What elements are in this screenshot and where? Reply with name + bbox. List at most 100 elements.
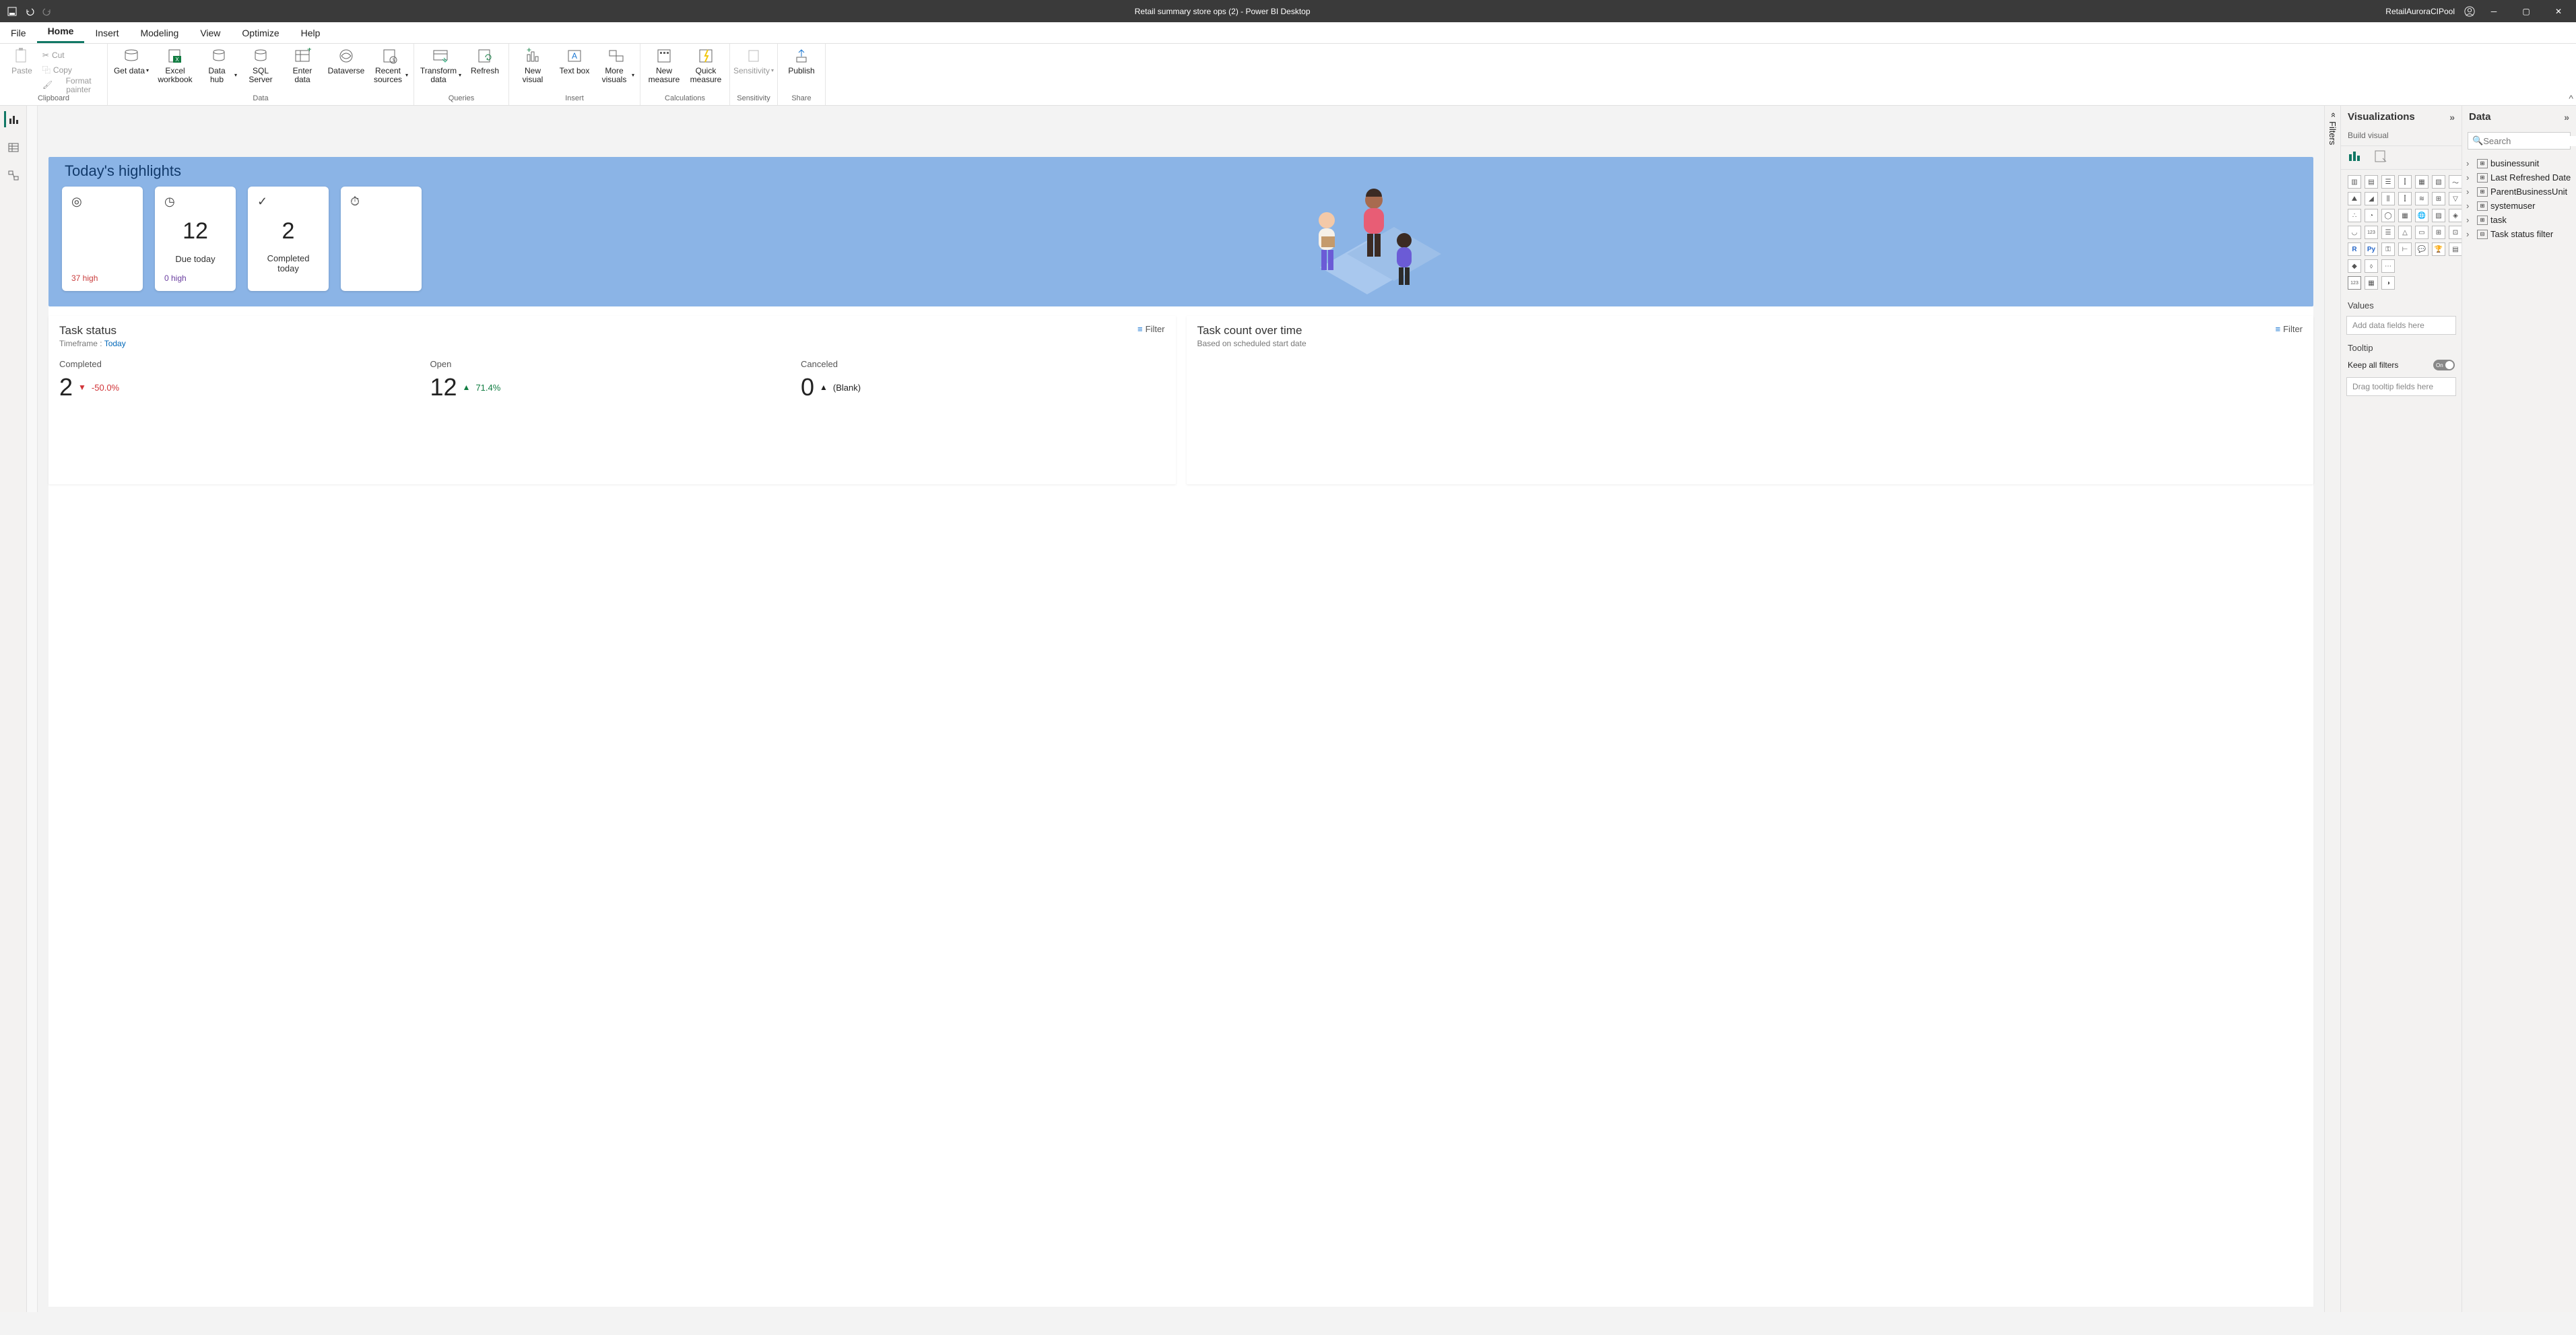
field-task[interactable]: ›⊞task <box>2466 213 2572 227</box>
text-box-button[interactable]: AText box <box>556 46 593 84</box>
viz-pie[interactable]: ◔ <box>2365 209 2378 222</box>
search-box[interactable]: 🔍 <box>2468 132 2571 150</box>
publish-button[interactable]: Publish <box>783 46 820 75</box>
copy-button[interactable]: ⿻Copy <box>42 64 102 77</box>
report-view-button[interactable] <box>4 111 20 127</box>
viz-stacked-bar[interactable]: ▥ <box>2348 175 2361 189</box>
viz-custom-1[interactable]: 123 <box>2348 276 2361 290</box>
get-data-button[interactable]: Get data▾ <box>113 46 150 84</box>
viz-azure-map[interactable]: ◈ <box>2449 209 2462 222</box>
values-field-well[interactable]: Add data fields here <box>2346 316 2456 335</box>
viz-scatter[interactable]: ∴ <box>2348 209 2361 222</box>
report-canvas[interactable]: Today's highlights ◎ 37 high ◷ 12 Due to… <box>48 157 2313 1307</box>
filter-button[interactable]: ≡Filter <box>2276 324 2303 334</box>
dataverse-button[interactable]: Dataverse <box>326 46 366 84</box>
viz-custom-2[interactable]: ▦ <box>2365 276 2378 290</box>
refresh-button[interactable]: Refresh <box>467 46 503 84</box>
sql-server-button[interactable]: SQL Server <box>242 46 279 84</box>
viz-more[interactable]: ⋯ <box>2381 259 2395 273</box>
format-visual-tab[interactable] <box>2373 149 2388 164</box>
ribbon-collapse-button[interactable]: ^ <box>2569 93 2573 104</box>
menu-file[interactable]: File <box>0 24 37 43</box>
viz-card[interactable]: 123 <box>2365 226 2378 239</box>
enter-data-button[interactable]: +Enter data <box>284 46 321 84</box>
collapse-icon[interactable]: » <box>2449 112 2455 123</box>
viz-area[interactable]: ⛰ <box>2348 192 2361 205</box>
viz-donut[interactable]: ◯ <box>2381 209 2395 222</box>
sensitivity-button[interactable]: Sensitivity▾ <box>735 46 772 75</box>
viz-slicer[interactable]: ▭ <box>2415 226 2429 239</box>
viz-waterfall[interactable]: ⊞ <box>2432 192 2445 205</box>
viz-paginated[interactable]: ▤ <box>2449 242 2462 256</box>
menu-home[interactable]: Home <box>37 22 85 43</box>
close-button[interactable]: ✕ <box>2545 0 2572 22</box>
viz-power-automate[interactable]: ⬨ <box>2365 259 2378 273</box>
canvas-scroll[interactable]: Today's highlights ◎ 37 high ◷ 12 Due to… <box>38 106 2324 1312</box>
viz-funnel[interactable]: ▽ <box>2449 192 2462 205</box>
format-painter-button[interactable]: 🖌Format painter <box>42 79 102 92</box>
viz-python[interactable]: Py <box>2365 242 2378 256</box>
viz-qa[interactable]: 💬 <box>2415 242 2429 256</box>
viz-line[interactable]: 〜 <box>2449 175 2462 189</box>
account-name[interactable]: RetailAuroraCIPool <box>2385 7 2455 16</box>
viz-decomposition[interactable]: ⊢ <box>2398 242 2412 256</box>
menu-help[interactable]: Help <box>290 24 331 43</box>
filters-pane-collapsed[interactable]: » Filters <box>2324 106 2340 1312</box>
field-task-status-filter[interactable]: ›⊟Task status filter <box>2466 227 2572 241</box>
viz-table[interactable]: ⊞ <box>2432 226 2445 239</box>
search-input[interactable] <box>2483 136 2576 146</box>
paste-button[interactable]: Paste <box>5 46 38 92</box>
collapse-icon[interactable]: » <box>2564 112 2569 123</box>
viz-clustered-column[interactable]: ⫿ <box>2398 175 2412 189</box>
menu-view[interactable]: View <box>189 24 231 43</box>
filter-button[interactable]: ≡Filter <box>1137 324 1164 334</box>
highlight-card-3[interactable]: ✓ 2 Completed today <box>248 187 329 291</box>
minimize-button[interactable]: ─ <box>2480 0 2507 22</box>
viz-100-stacked-column[interactable]: ▧ <box>2432 175 2445 189</box>
viz-custom-3[interactable]: ◑ <box>2381 276 2395 290</box>
viz-stacked-area[interactable]: ◢ <box>2365 192 2378 205</box>
keep-filters-toggle[interactable]: On <box>2433 360 2455 370</box>
viz-filled-map[interactable]: ▨ <box>2432 209 2445 222</box>
maximize-button[interactable]: ▢ <box>2513 0 2540 22</box>
menu-modeling[interactable]: Modeling <box>129 24 189 43</box>
task-status-panel[interactable]: Task status Timeframe : Today ≡Filter Co… <box>48 316 1176 484</box>
field-businessunit[interactable]: ›⊞businessunit <box>2466 156 2572 170</box>
viz-matrix[interactable]: ⊡ <box>2449 226 2462 239</box>
viz-line-stacked-column[interactable]: ⫼ <box>2381 192 2395 205</box>
viz-r[interactable]: R <box>2348 242 2361 256</box>
new-measure-button[interactable]: New measure <box>646 46 682 84</box>
viz-line-clustered-column[interactable]: ⫿ <box>2398 192 2412 205</box>
undo-icon[interactable] <box>24 6 35 17</box>
data-view-button[interactable] <box>5 139 22 156</box>
account-icon[interactable] <box>2464 6 2475 17</box>
viz-kpi[interactable]: △ <box>2398 226 2412 239</box>
data-hub-button[interactable]: Data hub▾ <box>201 46 237 84</box>
field-last-refreshed[interactable]: ›⊞Last Refreshed Date <box>2466 170 2572 185</box>
viz-multi-row-card[interactable]: ☰ <box>2381 226 2395 239</box>
excel-workbook-button[interactable]: XExcel workbook <box>155 46 195 84</box>
viz-map[interactable]: 🌐 <box>2415 209 2429 222</box>
viz-power-apps[interactable]: ◆ <box>2348 259 2361 273</box>
timeframe-link[interactable]: Today <box>104 339 126 348</box>
viz-clustered-bar[interactable]: ☰ <box>2381 175 2395 189</box>
save-icon[interactable] <box>7 6 18 17</box>
transform-data-button[interactable]: Transform data▾ <box>420 46 461 84</box>
menu-optimize[interactable]: Optimize <box>231 24 290 43</box>
viz-stacked-column[interactable]: ▤ <box>2365 175 2378 189</box>
recent-sources-button[interactable]: Recent sources▾ <box>372 46 408 84</box>
viz-treemap[interactable]: ▦ <box>2398 209 2412 222</box>
tooltip-field-well[interactable]: Drag tooltip fields here <box>2346 377 2456 396</box>
viz-ribbon[interactable]: ≋ <box>2415 192 2429 205</box>
more-visuals-button[interactable]: More visuals▾ <box>598 46 634 84</box>
menu-insert[interactable]: Insert <box>84 24 129 43</box>
highlight-card-4[interactable]: ⏱ <box>341 187 422 291</box>
viz-key-influencers[interactable]: ⚿ <box>2381 242 2395 256</box>
highlight-card-2[interactable]: ◷ 12 Due today 0 high <box>155 187 236 291</box>
viz-smart-narrative[interactable]: 🏆 <box>2432 242 2445 256</box>
field-systemuser[interactable]: ›⊞systemuser <box>2466 199 2572 213</box>
viz-100-stacked-bar[interactable]: ▦ <box>2415 175 2429 189</box>
model-view-button[interactable] <box>5 168 22 184</box>
cut-button[interactable]: ✂Cut <box>42 49 102 63</box>
redo-icon[interactable] <box>42 6 53 17</box>
